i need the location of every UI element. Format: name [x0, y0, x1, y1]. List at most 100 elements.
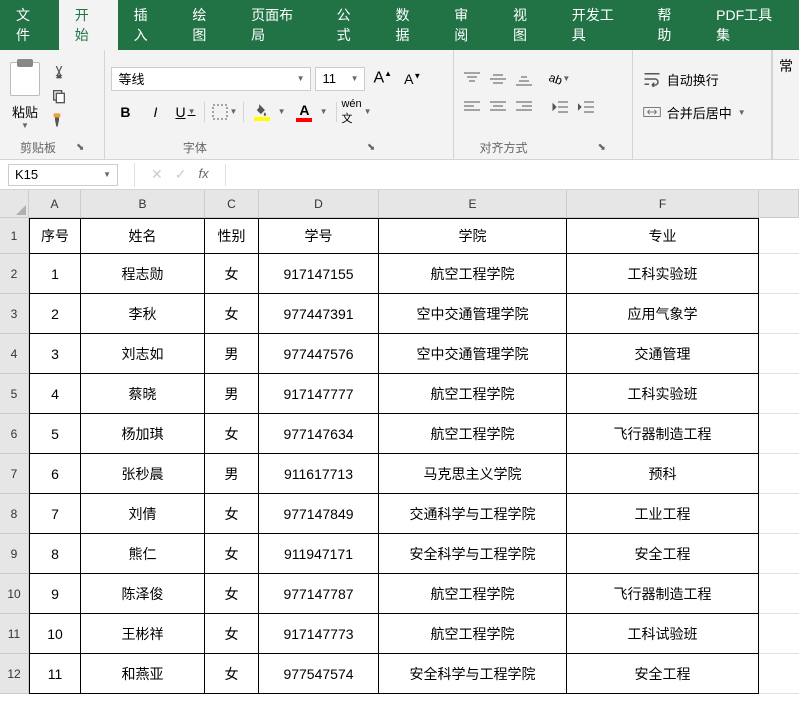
dialog-launcher-icon[interactable]: ⬊: [76, 142, 84, 153]
cell-8-D[interactable]: 977147849: [259, 494, 379, 534]
underline-button[interactable]: U▼: [171, 99, 199, 125]
cell-2-E[interactable]: 航空工程学院: [379, 254, 567, 294]
grid[interactable]: 序号姓名性别学号学院专业1程志勋女917147155航空工程学院工科实验班2李秋…: [29, 218, 799, 694]
row-header-5[interactable]: 5: [0, 374, 29, 414]
cell-7-F[interactable]: 预科: [567, 454, 759, 494]
decrease-font-icon[interactable]: A▼: [400, 71, 425, 87]
decrease-indent-button[interactable]: [548, 96, 572, 118]
cell-11-A[interactable]: 10: [29, 614, 81, 654]
fill-color-button[interactable]: ▼: [249, 99, 275, 125]
cell-12-F[interactable]: 安全工程: [567, 654, 759, 694]
row-header-6[interactable]: 6: [0, 414, 29, 454]
bold-button[interactable]: B: [111, 99, 139, 125]
cell-9-F[interactable]: 安全工程: [567, 534, 759, 574]
orientation-button[interactable]: ab▼: [548, 68, 572, 90]
wrap-text-button[interactable]: 自动换行: [639, 66, 723, 93]
cell-1-A[interactable]: 序号: [29, 218, 81, 254]
col-header-D[interactable]: D: [259, 190, 379, 218]
merge-center-button[interactable]: 合并后居中 ▼: [639, 99, 750, 126]
col-header-C[interactable]: C: [205, 190, 259, 218]
tab-8[interactable]: 视图: [497, 0, 556, 50]
tab-4[interactable]: 页面布局: [235, 0, 321, 50]
cell-10-B[interactable]: 陈泽俊: [81, 574, 205, 614]
align-right-button[interactable]: [512, 96, 536, 118]
col-header-E[interactable]: E: [379, 190, 567, 218]
cell-11-D[interactable]: 917147773: [259, 614, 379, 654]
cell-9-A[interactable]: 8: [29, 534, 81, 574]
tab-10[interactable]: 帮助: [641, 0, 700, 50]
select-all-corner[interactable]: [0, 190, 29, 218]
cell-1-D[interactable]: 学号: [259, 218, 379, 254]
cell-10-A[interactable]: 9: [29, 574, 81, 614]
increase-indent-button[interactable]: [574, 96, 598, 118]
align-left-button[interactable]: [460, 96, 484, 118]
cancel-icon[interactable]: ✕: [151, 166, 163, 183]
name-box[interactable]: K15▼: [8, 164, 118, 186]
cell-12-B[interactable]: 和燕亚: [81, 654, 205, 694]
cell-5-E[interactable]: 航空工程学院: [379, 374, 567, 414]
cell-6-B[interactable]: 杨加琪: [81, 414, 205, 454]
phonetic-button[interactable]: wén文▼: [342, 99, 370, 125]
row-header-7[interactable]: 7: [0, 454, 29, 494]
row-header-4[interactable]: 4: [0, 334, 29, 374]
cell-3-C[interactable]: 女: [205, 294, 259, 334]
cell-4-D[interactable]: 977447576: [259, 334, 379, 374]
row-header-3[interactable]: 3: [0, 294, 29, 334]
cell-7-A[interactable]: 6: [29, 454, 81, 494]
col-header-B[interactable]: B: [81, 190, 205, 218]
cell-4-E[interactable]: 空中交通管理学院: [379, 334, 567, 374]
cell-12-A[interactable]: 11: [29, 654, 81, 694]
cell-2-A[interactable]: 1: [29, 254, 81, 294]
cell-10-D[interactable]: 977147787: [259, 574, 379, 614]
cut-icon[interactable]: [50, 64, 68, 80]
cell-8-C[interactable]: 女: [205, 494, 259, 534]
cell-3-D[interactable]: 977447391: [259, 294, 379, 334]
font-name-select[interactable]: 等线▼: [111, 67, 311, 91]
cell-1-C[interactable]: 性别: [205, 218, 259, 254]
tab-5[interactable]: 公式: [321, 0, 380, 50]
cell-2-C[interactable]: 女: [205, 254, 259, 294]
align-bottom-button[interactable]: [512, 68, 536, 90]
cell-8-F[interactable]: 工业工程: [567, 494, 759, 534]
cell-4-C[interactable]: 男: [205, 334, 259, 374]
cell-5-C[interactable]: 男: [205, 374, 259, 414]
cell-12-E[interactable]: 安全科学与工程学院: [379, 654, 567, 694]
cell-7-D[interactable]: 911617713: [259, 454, 379, 494]
row-header-11[interactable]: 11: [0, 614, 29, 654]
cell-12-C[interactable]: 女: [205, 654, 259, 694]
cell-10-C[interactable]: 女: [205, 574, 259, 614]
tab-11[interactable]: PDF工具集: [700, 0, 799, 50]
cell-9-D[interactable]: 911947171: [259, 534, 379, 574]
cell-5-B[interactable]: 蔡晓: [81, 374, 205, 414]
dialog-launcher-icon[interactable]: ⬊: [367, 142, 375, 153]
row-header-10[interactable]: 10: [0, 574, 29, 614]
cell-2-D[interactable]: 917147155: [259, 254, 379, 294]
cell-12-D[interactable]: 977547574: [259, 654, 379, 694]
tab-7[interactable]: 审阅: [438, 0, 497, 50]
cell-5-D[interactable]: 917147777: [259, 374, 379, 414]
copy-icon[interactable]: [50, 88, 68, 104]
cell-2-B[interactable]: 程志勋: [81, 254, 205, 294]
cell-11-F[interactable]: 工科试验班: [567, 614, 759, 654]
tab-9[interactable]: 开发工具: [556, 0, 642, 50]
cell-10-F[interactable]: 飞行器制造工程: [567, 574, 759, 614]
align-middle-button[interactable]: [486, 68, 510, 90]
cell-11-E[interactable]: 航空工程学院: [379, 614, 567, 654]
cell-6-C[interactable]: 女: [205, 414, 259, 454]
cell-6-E[interactable]: 航空工程学院: [379, 414, 567, 454]
cell-11-B[interactable]: 王彬祥: [81, 614, 205, 654]
cell-1-E[interactable]: 学院: [379, 218, 567, 254]
cell-6-F[interactable]: 飞行器制造工程: [567, 414, 759, 454]
cell-10-E[interactable]: 航空工程学院: [379, 574, 567, 614]
cell-4-B[interactable]: 刘志如: [81, 334, 205, 374]
col-header-F[interactable]: F: [567, 190, 759, 218]
cell-5-F[interactable]: 工科实验班: [567, 374, 759, 414]
cell-11-C[interactable]: 女: [205, 614, 259, 654]
cell-3-B[interactable]: 李秋: [81, 294, 205, 334]
formula-input[interactable]: [225, 164, 799, 186]
cell-2-F[interactable]: 工科实验班: [567, 254, 759, 294]
cell-7-C[interactable]: 男: [205, 454, 259, 494]
cell-3-F[interactable]: 应用气象学: [567, 294, 759, 334]
format-painter-icon[interactable]: [50, 112, 68, 128]
row-header-9[interactable]: 9: [0, 534, 29, 574]
